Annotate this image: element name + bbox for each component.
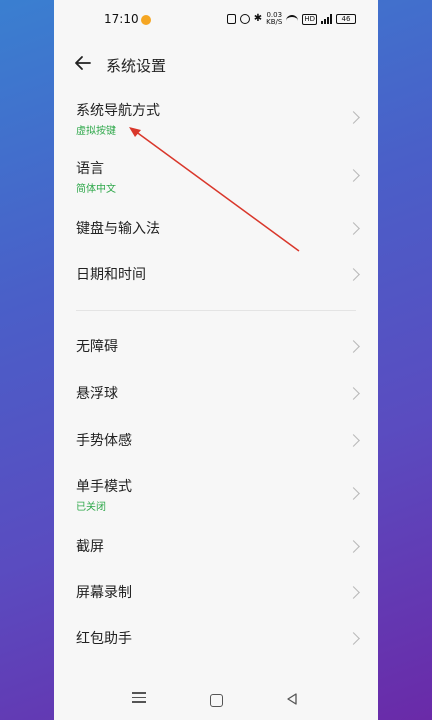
status-icons: ✱ 0.03 KB/S HD 46 bbox=[226, 12, 356, 26]
setting-item-keyboard[interactable]: 键盘与输入法 bbox=[54, 212, 378, 246]
setting-item-title: 单手模式 bbox=[76, 479, 132, 495]
hd-badge: HD bbox=[302, 13, 317, 25]
chevron-right-icon bbox=[347, 169, 360, 182]
setting-item-gestures[interactable]: 手势体感 bbox=[54, 424, 378, 458]
setting-item-red-packet[interactable]: 红包助手 bbox=[54, 622, 378, 656]
setting-item-title: 截屏 bbox=[76, 539, 104, 555]
back-arrow-icon[interactable] bbox=[72, 52, 94, 74]
network-speed-unit: KB/S bbox=[266, 18, 283, 26]
setting-item-date-time[interactable]: 日期和时间 bbox=[54, 258, 378, 292]
setting-item-title: 日期和时间 bbox=[76, 267, 146, 283]
chevron-right-icon bbox=[347, 632, 360, 645]
bluetooth-icon: ✱ bbox=[253, 13, 263, 24]
page-title: 系统设置 bbox=[106, 57, 167, 75]
signal-icon bbox=[321, 14, 332, 24]
nav-back-icon[interactable] bbox=[286, 693, 298, 705]
setting-item-title: 语言 bbox=[76, 161, 104, 177]
setting-item-title: 系统导航方式 bbox=[76, 103, 160, 119]
chevron-right-icon bbox=[347, 387, 360, 400]
setting-item-navigation[interactable]: 系统导航方式 虚拟按键 bbox=[54, 96, 378, 142]
setting-item-accessibility[interactable]: 无障碍 bbox=[54, 330, 378, 364]
notification-icon bbox=[141, 15, 151, 25]
battery-icon: 46 bbox=[336, 14, 356, 24]
chevron-right-icon bbox=[347, 222, 360, 235]
chevron-right-icon bbox=[347, 540, 360, 553]
chevron-right-icon bbox=[347, 268, 360, 281]
setting-item-one-hand-mode[interactable]: 单手模式 已关闭 bbox=[54, 472, 378, 518]
home-icon[interactable] bbox=[210, 694, 223, 707]
setting-item-screenshot[interactable]: 截屏 bbox=[54, 530, 378, 564]
setting-item-title: 无障碍 bbox=[76, 339, 118, 355]
setting-item-title: 红包助手 bbox=[76, 631, 132, 647]
status-bar: 17:10 ✱ 0.03 KB/S HD 46 bbox=[54, 0, 378, 40]
navigation-bar bbox=[54, 682, 378, 720]
setting-item-title: 屏幕录制 bbox=[76, 585, 132, 601]
setting-item-title: 手势体感 bbox=[76, 433, 132, 449]
chevron-right-icon bbox=[347, 487, 360, 500]
setting-item-floating-ball[interactable]: 悬浮球 bbox=[54, 377, 378, 411]
nfc-icon bbox=[226, 14, 236, 24]
section-divider bbox=[76, 310, 356, 311]
phone-screen: 17:10 ✱ 0.03 KB/S HD 46 系统设置 系统导航方式 虚拟按键 bbox=[54, 0, 378, 720]
setting-item-title: 键盘与输入法 bbox=[76, 221, 160, 237]
chevron-right-icon bbox=[347, 586, 360, 599]
setting-item-screen-record[interactable]: 屏幕录制 bbox=[54, 576, 378, 610]
header: 系统设置 bbox=[54, 44, 378, 84]
wifi-icon bbox=[286, 14, 299, 24]
status-time: 17:10 bbox=[104, 12, 139, 26]
setting-item-subtitle: 简体中文 bbox=[76, 184, 116, 195]
setting-item-subtitle: 已关闭 bbox=[76, 502, 106, 513]
setting-item-subtitle: 虚拟按键 bbox=[76, 126, 116, 137]
chevron-right-icon bbox=[347, 111, 360, 124]
chevron-right-icon bbox=[347, 340, 360, 353]
setting-item-title: 悬浮球 bbox=[76, 386, 118, 402]
setting-item-language[interactable]: 语言 简体中文 bbox=[54, 154, 378, 200]
alarm-icon bbox=[239, 14, 250, 24]
menu-icon[interactable] bbox=[132, 692, 146, 706]
chevron-right-icon bbox=[347, 434, 360, 447]
network-speed: 0.03 KB/S bbox=[266, 12, 282, 26]
